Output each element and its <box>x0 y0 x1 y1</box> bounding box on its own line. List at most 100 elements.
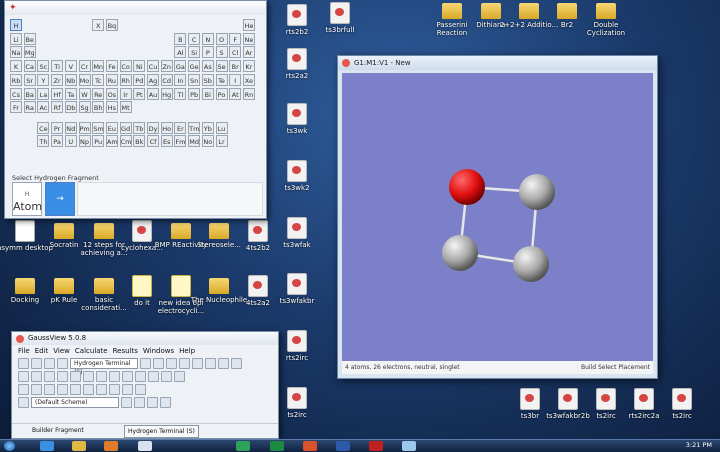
desktop-icon-ts3brfull[interactable]: ts3brfull <box>309 2 371 34</box>
element-ce[interactable]: Ce <box>37 121 50 134</box>
element-be[interactable]: Be <box>23 32 36 45</box>
element-ho[interactable]: Ho <box>160 121 173 134</box>
symmetrize-icon[interactable] <box>218 358 229 369</box>
element-ru[interactable]: Ru <box>105 73 118 86</box>
element-gd[interactable]: Gd <box>119 121 132 134</box>
media-player-icon[interactable] <box>104 441 118 451</box>
element-pa[interactable]: Pa <box>51 135 64 148</box>
element-ge[interactable]: Ge <box>188 60 201 73</box>
excel-icon[interactable] <box>270 441 284 451</box>
element-rf[interactable]: Rf <box>51 101 64 114</box>
element-cs[interactable]: Cs <box>10 87 22 100</box>
element-pm[interactable]: Pm <box>78 121 91 134</box>
element-sg[interactable]: Sg <box>78 101 91 114</box>
surfaces-icon[interactable] <box>70 384 81 395</box>
menu-file[interactable]: File <box>18 345 30 357</box>
element-bq[interactable]: Bq <box>105 19 118 31</box>
element-rn[interactable]: Rn <box>242 87 255 100</box>
element-o[interactable]: O <box>215 32 228 45</box>
grid-icon[interactable] <box>160 397 171 408</box>
element-ar[interactable]: Ar <box>242 46 255 59</box>
desktop-icon-4ts2a2[interactable]: 4ts2a2 <box>227 275 289 307</box>
inquire-icon[interactable] <box>179 358 190 369</box>
element-cl[interactable]: Cl <box>229 46 242 59</box>
element-fragment-icon[interactable] <box>18 358 29 369</box>
element-b[interactable]: B <box>174 32 187 45</box>
element-hg[interactable]: Hg <box>160 87 173 100</box>
paint-icon[interactable] <box>402 441 416 451</box>
internet-explorer-icon[interactable] <box>40 441 54 451</box>
element-c[interactable]: C <box>188 32 201 45</box>
clock[interactable]: 3:21 PM <box>686 441 712 449</box>
scheme-combo[interactable]: (Default Scheme) <box>31 397 119 408</box>
lighting-icon[interactable] <box>134 397 145 408</box>
element-eu[interactable]: Eu <box>105 121 118 134</box>
clean-icon[interactable] <box>231 358 242 369</box>
titlebar[interactable]: ✦ <box>5 1 266 15</box>
element-h[interactable]: H <box>10 19 22 31</box>
print-icon[interactable] <box>57 371 68 382</box>
element-as[interactable]: As <box>201 60 214 73</box>
element-es[interactable]: Es <box>160 135 173 148</box>
paste-icon[interactable] <box>96 371 107 382</box>
element-xe[interactable]: Xe <box>242 73 255 86</box>
element-er[interactable]: Er <box>174 121 187 134</box>
element-cu[interactable]: Cu <box>147 60 159 73</box>
dihedral-icon[interactable] <box>166 358 177 369</box>
explorer-icon[interactable] <box>72 441 86 451</box>
element-ir[interactable]: Ir <box>119 87 132 100</box>
biological-fragment-icon[interactable] <box>57 358 68 369</box>
labels-icon[interactable] <box>147 397 158 408</box>
element-th[interactable]: Th <box>37 135 50 148</box>
adobe-reader-icon[interactable] <box>369 441 383 451</box>
element-cm[interactable]: Cm <box>119 135 132 148</box>
element-pt[interactable]: Pt <box>133 87 146 100</box>
atom-list-icon[interactable] <box>18 384 29 395</box>
element-lr[interactable]: Lr <box>215 135 228 148</box>
uv-icon[interactable] <box>122 384 133 395</box>
desktop-icon-double-cyclization[interactable]: Double Cyclization <box>575 0 637 37</box>
element-tb[interactable]: Tb <box>133 121 146 134</box>
element-u[interactable]: U <box>64 135 77 148</box>
element-ca[interactable]: Ca <box>23 60 36 73</box>
element-rh[interactable]: Rh <box>119 73 132 86</box>
element-fe[interactable]: Fe <box>105 60 118 73</box>
undo-icon[interactable] <box>122 371 133 382</box>
element-la[interactable]: La <box>37 87 50 100</box>
element-hf[interactable]: Hf <box>51 87 64 100</box>
element-sn[interactable]: Sn <box>188 73 201 86</box>
element-tm[interactable]: Tm <box>188 121 201 134</box>
element-am[interactable]: Am <box>105 135 118 148</box>
element-cd[interactable]: Cd <box>160 73 173 86</box>
element-f[interactable]: F <box>229 32 242 45</box>
element-y[interactable]: Y <box>37 73 50 86</box>
element-pr[interactable]: Pr <box>51 121 64 134</box>
element-tl[interactable]: Tl <box>174 87 187 100</box>
nmr-icon[interactable] <box>109 384 120 395</box>
ring-fragment-icon[interactable] <box>31 358 42 369</box>
save-icon[interactable] <box>44 371 55 382</box>
element-sb[interactable]: Sb <box>201 73 214 86</box>
element-na[interactable]: Na <box>10 46 22 59</box>
copy-icon[interactable] <box>83 371 94 382</box>
element-fm[interactable]: Fm <box>174 135 187 148</box>
element-mn[interactable]: Mn <box>92 60 105 73</box>
element-w[interactable]: W <box>78 87 91 100</box>
element-al[interactable]: Al <box>174 46 187 59</box>
element-ga[interactable]: Ga <box>174 60 187 73</box>
titlebar[interactable]: GaussView 5.0.8 <box>12 332 278 345</box>
element-zn[interactable]: Zn <box>160 60 173 73</box>
element-v[interactable]: V <box>64 60 77 73</box>
angle-icon[interactable] <box>153 358 164 369</box>
element-au[interactable]: Au <box>147 87 159 100</box>
element-cf[interactable]: Cf <box>147 135 159 148</box>
add-valence-icon[interactable] <box>192 358 203 369</box>
menu-results[interactable]: Results <box>113 345 138 357</box>
element-ni[interactable]: Ni <box>133 60 146 73</box>
element-co[interactable]: Co <box>119 60 132 73</box>
element-kr[interactable]: Kr <box>242 60 255 73</box>
delete-atom-icon[interactable] <box>205 358 216 369</box>
element-np[interactable]: Np <box>78 135 91 148</box>
titlebar[interactable]: G1:M1:V1 - New <box>338 56 657 70</box>
element-db[interactable]: Db <box>64 101 77 114</box>
